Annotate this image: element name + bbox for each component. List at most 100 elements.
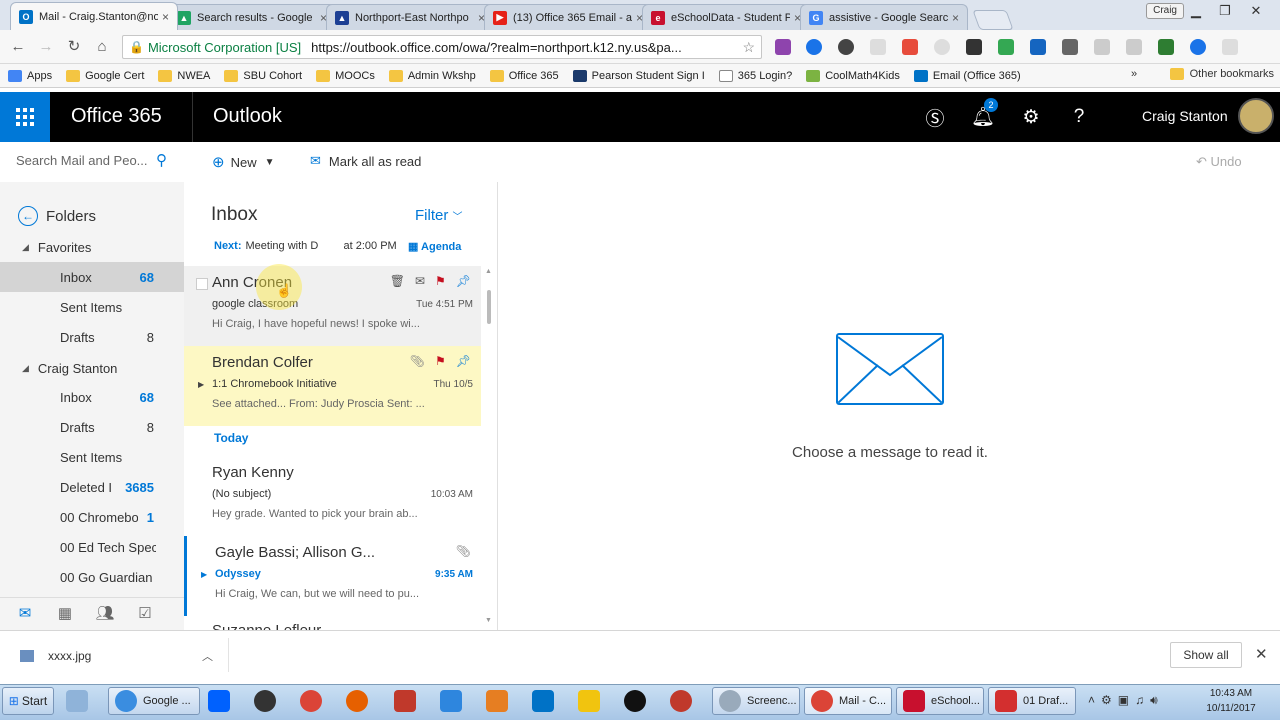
taskbar-google[interactable]: Google ... [108, 687, 200, 715]
extension-icon[interactable] [1030, 39, 1046, 55]
extension-icon[interactable] [838, 39, 854, 55]
minimize-icon[interactable]: ▁ [1183, 2, 1209, 20]
favorite-sent-items[interactable]: Sent Items [0, 292, 184, 322]
taskbar-pinned-app[interactable] [208, 687, 236, 715]
skype-icon[interactable]: Ⓢ [911, 92, 959, 142]
scroll-up-icon[interactable]: ▲ [485, 268, 492, 275]
new-button[interactable]: ⊕ New ▼ [212, 153, 275, 171]
bookmark-pearson[interactable]: Pearson Student Sign I [572, 69, 705, 82]
favorite-inbox[interactable]: Inbox 68 [0, 262, 184, 292]
window-close-icon[interactable]: ✕ [1243, 2, 1269, 20]
flag-icon[interactable]: ⚑ [435, 354, 446, 368]
extension-icon[interactable] [806, 39, 822, 55]
address-bar[interactable]: 🔒 Microsoft Corporation [US] https://out… [122, 35, 762, 59]
bookmark-email-office[interactable]: Email (Office 365) [913, 69, 1021, 82]
bookmark-apps[interactable]: Apps [8, 69, 52, 82]
more-bookmarks-icon[interactable]: » [1131, 68, 1137, 80]
taskbar-pinned-app[interactable] [532, 687, 560, 715]
profile-button[interactable]: Craig [1146, 3, 1184, 19]
pin-icon[interactable]: 📌︎ [456, 274, 471, 288]
calendar-icon[interactable]: ▦ [53, 602, 77, 626]
extension-icon[interactable] [1062, 39, 1078, 55]
list-item[interactable]: Ann Cronen 🗑︎ ✉ ⚑ 📌︎ google classroom Tu… [184, 266, 481, 346]
extension-icon[interactable] [902, 39, 918, 55]
folders-toggle[interactable]: ← Folders [18, 206, 96, 226]
other-bookmarks[interactable]: Other bookmarks [1169, 68, 1274, 80]
taskbar-pinned-app[interactable] [670, 687, 698, 715]
back-arrow-icon[interactable]: ← [8, 37, 28, 57]
extension-icon[interactable] [966, 39, 982, 55]
taskbar-eschool[interactable]: eSchool... [896, 687, 984, 715]
favorites-header[interactable]: ◢ Favorites [22, 240, 91, 255]
flag-icon[interactable]: ⚑ [435, 274, 446, 288]
extension-icon[interactable] [775, 39, 791, 55]
taskbar-draft[interactable]: 01 Draf... [988, 687, 1076, 715]
home-icon[interactable]: ⌂ [92, 37, 112, 57]
clock[interactable]: 10:43 AM 10/11/2017 [1196, 686, 1266, 716]
extension-icon[interactable] [1126, 39, 1142, 55]
extension-icon[interactable] [1190, 39, 1206, 55]
folder-chromebook[interactable]: 00 Chromebo 1 [0, 502, 184, 532]
download-item[interactable]: xxxx.jpg [20, 649, 91, 663]
help-icon[interactable]: ? [1055, 92, 1103, 142]
taskbar-pinned-app[interactable] [66, 687, 94, 715]
restore-icon[interactable]: ❐ [1212, 2, 1238, 20]
bell-icon[interactable]: 🔔︎ [959, 92, 1007, 142]
envelope-icon[interactable]: ✉ [415, 274, 425, 288]
chevron-down-icon[interactable]: ▼ [265, 157, 275, 168]
tab-google-search[interactable]: G assistive - Google Searc × [800, 4, 968, 30]
bookmark-office-365[interactable]: Office 365 [489, 69, 559, 82]
list-item[interactable]: Ryan Kenny (No subject) 10:03 AM Hey gra… [184, 456, 481, 536]
favorite-drafts[interactable]: Drafts 8 [0, 322, 184, 352]
extension-icon[interactable] [870, 39, 886, 55]
list-item[interactable]: Suzanne Lefleur [184, 616, 481, 630]
list-item[interactable]: Brendan Colfer 📎︎ ⚑ 📌︎ ▶ 1:1 Chromebook … [184, 346, 481, 426]
search-input[interactable]: Search Mail and Peo... [16, 153, 148, 168]
bookmark-moocs[interactable]: MOOCs [316, 69, 375, 82]
folder-inbox[interactable]: Inbox 68 [0, 382, 184, 412]
forward-arrow-icon[interactable]: → [36, 37, 56, 57]
show-all-button[interactable]: Show all [1170, 642, 1242, 668]
close-tab-icon[interactable]: × [952, 11, 959, 25]
folder-drafts[interactable]: Drafts 8 [0, 412, 184, 442]
scrollbar-thumb[interactable] [487, 290, 491, 324]
tab-eschooldata[interactable]: e eSchoolData - Student P × [642, 4, 810, 30]
agenda-button[interactable]: ▦ Agenda [408, 240, 461, 253]
mail-icon[interactable]: ✉ [13, 602, 37, 626]
extension-icon[interactable] [1094, 39, 1110, 55]
taskbar-pinned-app[interactable] [300, 687, 328, 715]
undo-button[interactable]: ↶ Undo [1196, 154, 1242, 170]
folder-deleted-items[interactable]: Deleted I 3685 [0, 472, 184, 502]
tasks-icon[interactable]: ☑ [133, 602, 157, 626]
close-icon[interactable]: ✕ [1255, 645, 1268, 663]
new-tab-button[interactable] [972, 10, 1014, 30]
trash-icon[interactable]: 🗑︎ [390, 274, 405, 288]
taskbar-screencast[interactable]: Screenc... [712, 687, 800, 715]
extension-icon[interactable] [1222, 39, 1238, 55]
folder-go-guardian[interactable]: 00 Go Guardian [0, 562, 184, 592]
app-name[interactable]: Outlook [213, 105, 282, 128]
bookmark-google-cert[interactable]: Google Cert [66, 69, 144, 82]
tab-youtube[interactable]: ▶ (13) Office 365 Email - a × [484, 4, 652, 30]
extension-icon[interactable] [998, 39, 1014, 55]
next-event[interactable]: Next: Meeting with D at 2:00 PM [214, 240, 397, 252]
taskbar-pinned-app[interactable] [578, 687, 606, 715]
people-icon[interactable]: 👥︎ [93, 602, 117, 626]
tab-mail[interactable]: O Mail - Craig.Stanton@no × [10, 2, 178, 30]
bookmark-365-login[interactable]: 365 Login? [718, 69, 792, 82]
folder-ed-tech[interactable]: 00 Ed Tech Spec [0, 532, 184, 562]
start-button[interactable]: ⊞ Start [2, 687, 54, 715]
user-name[interactable]: Craig Stanton [1142, 108, 1228, 124]
o365-brand[interactable]: Office 365 [71, 105, 162, 128]
folder-sent-items[interactable]: Sent Items [0, 442, 184, 472]
expand-conversation-icon[interactable]: ▶ [198, 380, 204, 389]
avatar[interactable] [1238, 98, 1274, 134]
app-launcher-icon[interactable] [0, 92, 50, 142]
tab-google-drive[interactable]: ▲ Search results - Google D × [168, 4, 336, 30]
taskbar-pinned-app[interactable] [440, 687, 468, 715]
bookmark-star-icon[interactable]: ☆ [742, 39, 755, 56]
filter-button[interactable]: Filter ﹀ [415, 207, 463, 224]
close-tab-icon[interactable]: × [162, 10, 169, 24]
bookmark-coolmath[interactable]: CoolMath4Kids [806, 69, 900, 82]
bookmark-nwea[interactable]: NWEA [158, 69, 210, 82]
